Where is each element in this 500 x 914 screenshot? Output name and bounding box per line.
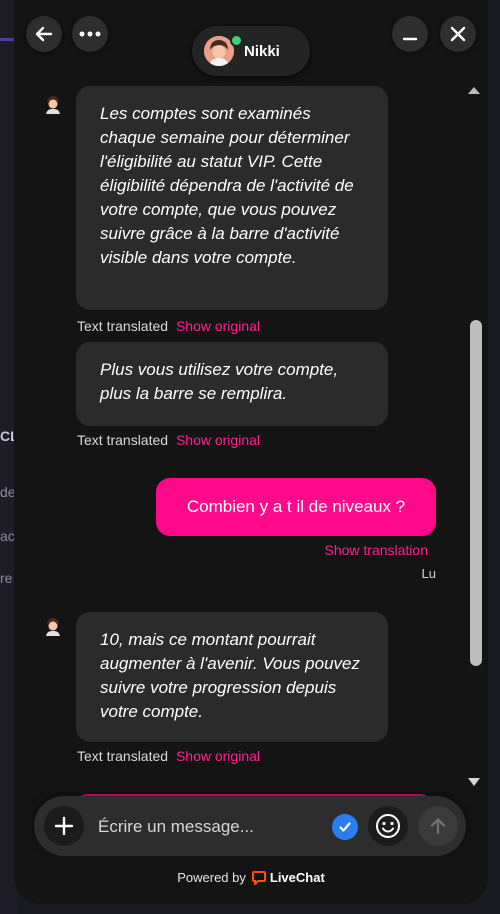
online-status-dot	[230, 34, 243, 47]
agent-avatar-small	[46, 618, 60, 636]
background-text: ac	[0, 528, 15, 544]
attach-button[interactable]	[44, 806, 84, 846]
agent-message: Plus vous utilisez votre compte, plus la…	[76, 342, 388, 426]
translated-label: Text translated	[77, 318, 169, 334]
read-status: Lu	[421, 566, 436, 581]
close-icon	[450, 26, 466, 42]
message-input[interactable]	[96, 810, 330, 844]
send-button[interactable]	[418, 806, 458, 846]
translation-note: Text translated Show original	[77, 748, 260, 764]
scrollbar-thumb[interactable]	[470, 320, 482, 666]
plus-icon	[54, 816, 74, 836]
arrow-left-icon	[35, 26, 53, 42]
livechat-brand: LiveChat	[269, 870, 325, 885]
translation-note: Text translated Show original	[77, 432, 260, 448]
powered-by[interactable]: Powered by LiveChat	[14, 870, 488, 885]
chat-widget: Nikki Les comptes sont examinés chaque s…	[14, 0, 488, 904]
message-composer	[34, 796, 466, 856]
emoji-button[interactable]	[368, 806, 408, 846]
close-button[interactable]	[440, 16, 476, 52]
agent-avatar-small	[46, 96, 60, 114]
arrow-up-icon	[430, 818, 446, 835]
more-icon	[79, 31, 101, 37]
show-original-link[interactable]: Show original	[176, 432, 260, 448]
minimize-icon	[402, 37, 418, 41]
show-original-link[interactable]: Show original	[176, 318, 260, 334]
smiley-icon	[376, 814, 400, 838]
back-button[interactable]	[26, 16, 62, 52]
agent-header: Nikki	[192, 26, 310, 76]
agent-message: 10, mais ce montant pourrait augmenter à…	[76, 612, 388, 742]
background-text: re	[0, 570, 13, 586]
agent-message: Les comptes sont examinés chaque semaine…	[76, 86, 388, 310]
livechat-logo-icon	[251, 870, 266, 885]
translated-label: Text translated	[77, 748, 169, 764]
check-icon[interactable]	[332, 814, 358, 840]
more-options-button[interactable]	[72, 16, 108, 52]
translated-label: Text translated	[77, 432, 169, 448]
scroll-down-arrow[interactable]	[466, 776, 482, 788]
show-original-link[interactable]: Show original	[176, 748, 260, 764]
translation-note: Text translated Show original	[77, 318, 260, 334]
agent-name: Nikki	[244, 42, 280, 60]
powered-by-label: Powered by	[177, 870, 246, 885]
scroll-up-arrow[interactable]	[466, 84, 482, 96]
message-list: Les comptes sont examinés chaque semaine…	[14, 80, 488, 792]
show-translation-link[interactable]: Show translation	[324, 542, 428, 558]
user-message: Combien y a t il de niveaux ?	[156, 478, 436, 536]
minimize-button[interactable]	[392, 16, 428, 52]
